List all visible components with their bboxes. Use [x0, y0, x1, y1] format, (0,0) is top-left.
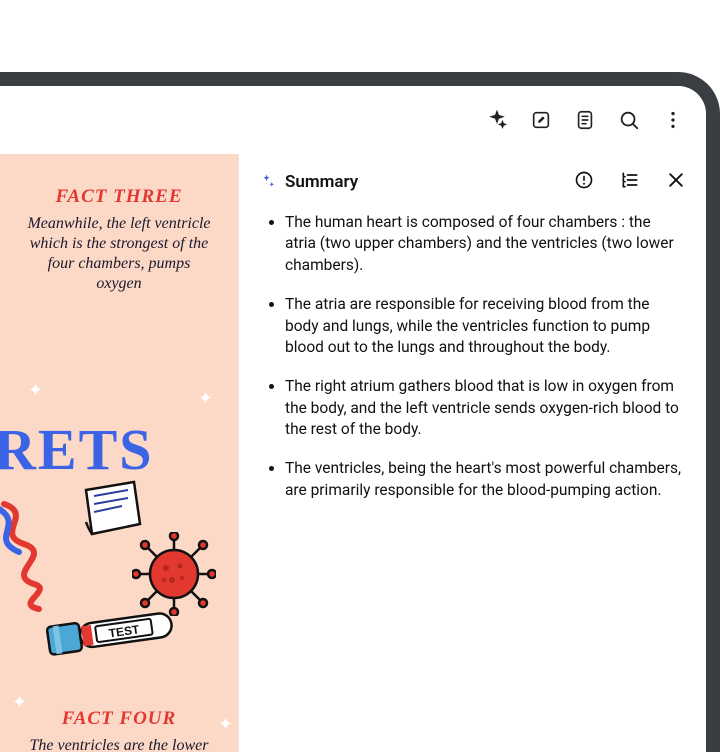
fact-three-block: FACT THREE Meanwhile, the left ventricle…: [0, 186, 238, 294]
test-tube-icon: TEST: [38, 604, 188, 660]
info-warning-icon[interactable]: [574, 170, 594, 194]
cropped-word-rets: RETS: [0, 416, 154, 483]
top-toolbar: [0, 86, 706, 154]
ai-sparkle-icon[interactable]: [486, 109, 508, 131]
summary-bullet-list: The human heart is composed of four cham…: [259, 212, 686, 519]
sparkle-decoration-icon: ✦: [28, 380, 43, 401]
summary-bullet: The ventricles, being the heart's most p…: [285, 458, 686, 501]
content-split: FACT THREE Meanwhile, the left ventricle…: [0, 154, 706, 752]
fact-three-body: Meanwhile, the left ventricle which is t…: [24, 214, 214, 294]
fact-four-block: FACT FOUR The ventricles are the lower c…: [0, 708, 238, 752]
page-icon[interactable]: [574, 109, 596, 131]
summary-header: Summary: [259, 170, 686, 194]
fact-four-title: FACT FOUR: [24, 708, 214, 730]
note-canvas[interactable]: FACT THREE Meanwhile, the left ventricle…: [0, 154, 238, 752]
tablet-frame: FACT THREE Meanwhile, the left ventricle…: [0, 72, 720, 752]
more-icon[interactable]: [662, 109, 684, 131]
summary-bullet: The right atrium gathers blood that is l…: [285, 376, 686, 440]
fact-four-body: The ventricles are the lower chambers of…: [24, 736, 214, 752]
squiggle-doodle-icon: [0, 494, 64, 614]
edit-icon[interactable]: [530, 109, 552, 131]
summary-bullet: The human heart is composed of four cham…: [285, 212, 686, 276]
summary-panel: Summary The human heart is composed: [238, 154, 706, 752]
summary-bullet: The atria are responsible for receiving …: [285, 294, 686, 358]
outline-toggle-icon[interactable]: [620, 170, 640, 194]
ai-sparkle-icon: [259, 173, 277, 191]
close-icon[interactable]: [666, 170, 686, 194]
fact-three-title: FACT THREE: [24, 186, 214, 208]
sparkle-decoration-icon: ✦: [198, 388, 213, 409]
screen: FACT THREE Meanwhile, the left ventricle…: [0, 86, 706, 752]
summary-title: Summary: [285, 172, 566, 192]
search-icon[interactable]: [618, 109, 640, 131]
